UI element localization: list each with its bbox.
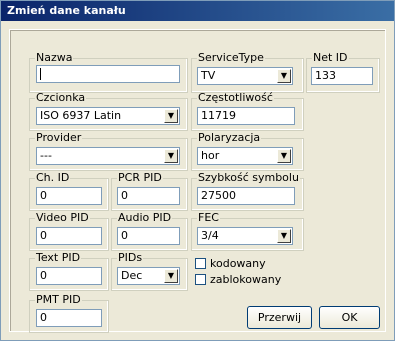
label-net-id: Net ID bbox=[313, 51, 348, 64]
zablokowany-label: zablokowany bbox=[210, 273, 282, 286]
label-ch-id: Ch. ID bbox=[36, 171, 70, 184]
label-fec: FEC bbox=[198, 211, 219, 224]
label-polaryzacja: Polaryzacja bbox=[198, 131, 261, 144]
fec-value: 3/4 bbox=[201, 229, 219, 242]
czcionka-value: ISO 6937 Latin bbox=[40, 109, 122, 122]
chevron-down-icon[interactable]: ▼ bbox=[277, 149, 291, 163]
chevron-down-icon[interactable]: ▼ bbox=[277, 69, 291, 83]
fec-select[interactable]: 3/4 ▼ bbox=[197, 227, 293, 245]
nazwa-input[interactable] bbox=[36, 65, 180, 83]
ch-id-input[interactable]: 0 bbox=[36, 187, 102, 205]
video-pid-input[interactable]: 0 bbox=[36, 227, 102, 245]
label-video-pid: Video PID bbox=[36, 211, 89, 224]
label-pcr-pid: PCR PID bbox=[118, 171, 162, 184]
label-audio-pid: Audio PID bbox=[118, 211, 172, 224]
ok-button[interactable]: OK bbox=[319, 306, 380, 329]
kodowany-checkbox[interactable]: kodowany bbox=[195, 257, 266, 270]
label-pids: PIDs bbox=[118, 251, 143, 264]
cancel-button[interactable]: Przerwij bbox=[247, 306, 312, 329]
label-czcionka: Czcionka bbox=[36, 91, 86, 104]
label-czestotliwosc: Częstotliwość bbox=[198, 91, 273, 104]
pids-select[interactable]: Dec ▼ bbox=[117, 267, 180, 285]
szybkosc-input[interactable]: 27500 bbox=[197, 187, 295, 205]
text-pid-input[interactable]: 0 bbox=[36, 267, 102, 285]
kodowany-label: kodowany bbox=[210, 257, 266, 270]
net-id-input[interactable]: 133 bbox=[311, 67, 373, 85]
czcionka-select[interactable]: ISO 6937 Latin ▼ bbox=[36, 107, 180, 125]
zablokowany-checkbox[interactable]: zablokowany bbox=[195, 273, 281, 286]
label-text-pid: Text PID bbox=[36, 251, 81, 264]
label-szybkosc: Szybkość symbolu bbox=[198, 171, 299, 184]
zablokowany-checkbox-box[interactable] bbox=[195, 274, 206, 285]
chevron-down-icon[interactable]: ▼ bbox=[164, 109, 178, 123]
chevron-down-icon[interactable]: ▼ bbox=[277, 229, 291, 243]
kodowany-checkbox-box[interactable] bbox=[195, 258, 206, 269]
service-type-value: TV bbox=[201, 69, 216, 82]
pcr-pid-input[interactable]: 0 bbox=[117, 187, 180, 205]
polaryzacja-select[interactable]: hor ▼ bbox=[197, 147, 293, 165]
label-provider: Provider bbox=[36, 131, 82, 144]
provider-select[interactable]: --- ▼ bbox=[36, 147, 180, 165]
czestotliwosc-input[interactable]: 11719 bbox=[197, 107, 295, 125]
provider-value: --- bbox=[40, 149, 52, 162]
dialog-window: Zmień dane kanału Nazwa ServiceType TV ▼… bbox=[0, 0, 395, 341]
label-pmt-pid: PMT PID bbox=[36, 293, 81, 306]
label-service-type: ServiceType bbox=[198, 51, 264, 64]
audio-pid-input[interactable]: 0 bbox=[117, 227, 180, 245]
window-title: Zmień dane kanału bbox=[1, 1, 394, 21]
polaryzacja-value: hor bbox=[201, 149, 220, 162]
pids-value: Dec bbox=[121, 269, 143, 282]
label-nazwa: Nazwa bbox=[36, 51, 73, 64]
chevron-down-icon[interactable]: ▼ bbox=[164, 149, 178, 163]
service-type-select[interactable]: TV ▼ bbox=[197, 67, 293, 85]
pmt-pid-input[interactable]: 0 bbox=[36, 309, 102, 327]
chevron-down-icon[interactable]: ▼ bbox=[164, 269, 178, 283]
